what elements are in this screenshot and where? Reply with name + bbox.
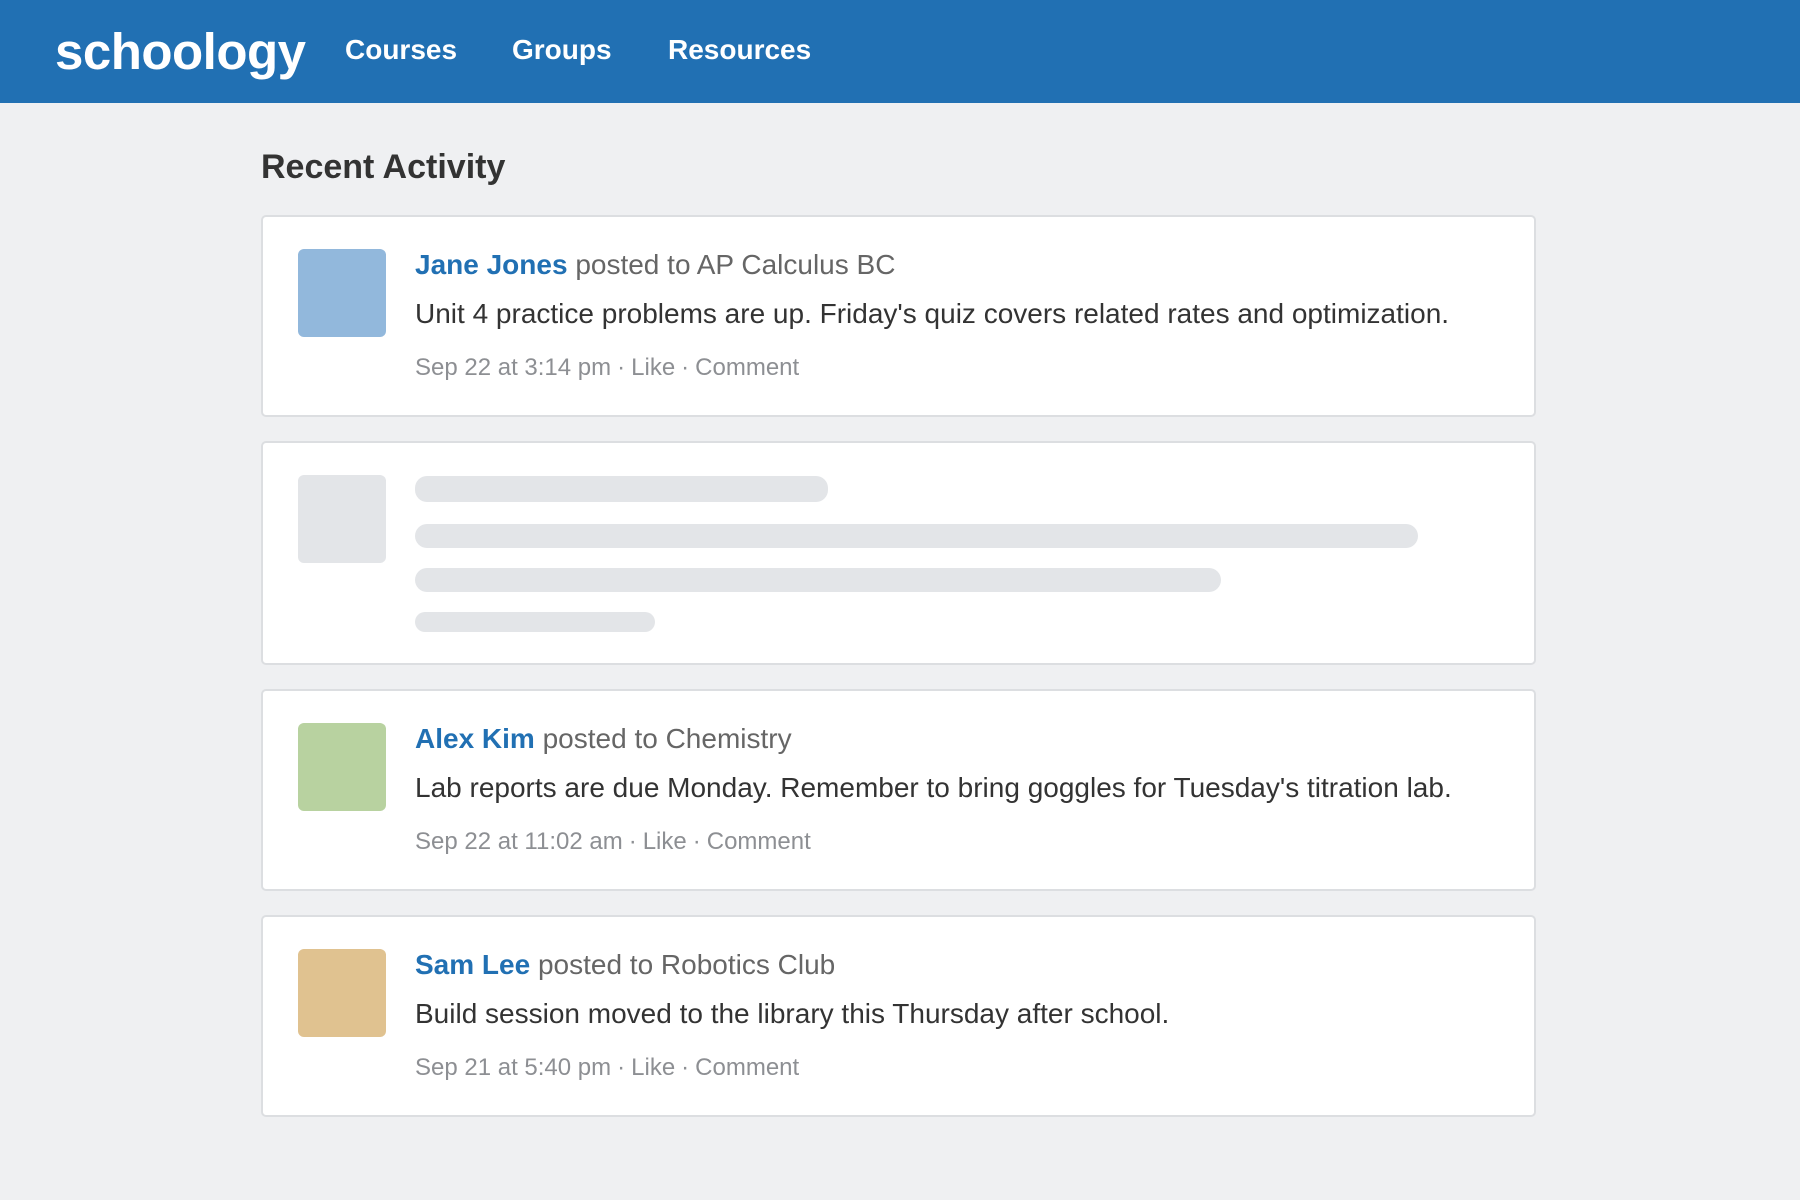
avatar-skeleton bbox=[298, 475, 386, 563]
avatar[interactable] bbox=[298, 949, 386, 1037]
separator-dot: · bbox=[628, 828, 637, 855]
post-header: Jane Jones posted to AP Calculus BC bbox=[415, 245, 895, 285]
activity-post: Alex Kim posted to Chemistry Lab reports… bbox=[261, 689, 1536, 891]
author-link[interactable]: Jane Jones bbox=[415, 249, 568, 280]
loading-placeholder-card bbox=[261, 441, 1536, 665]
separator-dot: · bbox=[617, 1054, 626, 1081]
post-meta: Sep 22 at 3:14 pm · Like · Comment bbox=[415, 351, 799, 385]
post-meta: Sep 21 at 5:40 pm · Like · Comment bbox=[415, 1051, 799, 1085]
separator-dot: · bbox=[681, 354, 690, 381]
avatar[interactable] bbox=[298, 249, 386, 337]
separator-dot: · bbox=[692, 828, 701, 855]
post-body: Unit 4 practice problems are up. Friday'… bbox=[415, 298, 1450, 329]
activity-post: Jane Jones posted to AP Calculus BC Unit… bbox=[261, 215, 1536, 417]
post-header: Sam Lee posted to Robotics Club bbox=[415, 945, 835, 985]
post-meta: Sep 22 at 11:02 am · Like · Comment bbox=[415, 825, 811, 859]
skeleton-line bbox=[415, 612, 655, 632]
comment-link[interactable]: Comment bbox=[695, 1054, 799, 1081]
activity-post: Sam Lee posted to Robotics Club Build se… bbox=[261, 915, 1536, 1117]
nav-resources[interactable]: Resources bbox=[668, 30, 811, 70]
separator-dot: · bbox=[681, 1054, 690, 1081]
author-link[interactable]: Alex Kim bbox=[415, 723, 535, 754]
avatar[interactable] bbox=[298, 723, 386, 811]
nav-groups[interactable]: Groups bbox=[512, 30, 612, 70]
posted-to-label: posted to Chemistry bbox=[542, 723, 792, 754]
top-navigation-bar: schoology Courses Groups Resources bbox=[0, 0, 1800, 103]
comment-link[interactable]: Comment bbox=[707, 828, 811, 855]
like-link[interactable]: Like bbox=[631, 354, 675, 381]
post-timestamp: Sep 21 at 5:40 pm bbox=[415, 1054, 612, 1081]
author-link[interactable]: Sam Lee bbox=[415, 949, 530, 980]
post-timestamp: Sep 22 at 3:14 pm bbox=[415, 354, 612, 381]
posted-to-label: posted to Robotics Club bbox=[537, 949, 836, 980]
comment-link[interactable]: Comment bbox=[695, 354, 799, 381]
post-body: Build session moved to the library this … bbox=[415, 998, 1170, 1029]
skeleton-line bbox=[415, 524, 1418, 548]
post-timestamp: Sep 22 at 11:02 am bbox=[415, 828, 623, 855]
like-link[interactable]: Like bbox=[631, 1054, 675, 1081]
skeleton-line bbox=[415, 568, 1221, 592]
separator-dot: · bbox=[617, 354, 626, 381]
post-body: Lab reports are due Monday. Remember to … bbox=[415, 772, 1452, 803]
schoology-logo[interactable]: schoology bbox=[55, 16, 306, 88]
like-link[interactable]: Like bbox=[643, 828, 687, 855]
skeleton-line bbox=[415, 476, 828, 502]
post-header: Alex Kim posted to Chemistry bbox=[415, 719, 792, 759]
page-title: Recent Activity bbox=[261, 148, 506, 186]
posted-to-label: posted to AP Calculus BC bbox=[575, 249, 896, 280]
nav-courses[interactable]: Courses bbox=[345, 30, 457, 70]
